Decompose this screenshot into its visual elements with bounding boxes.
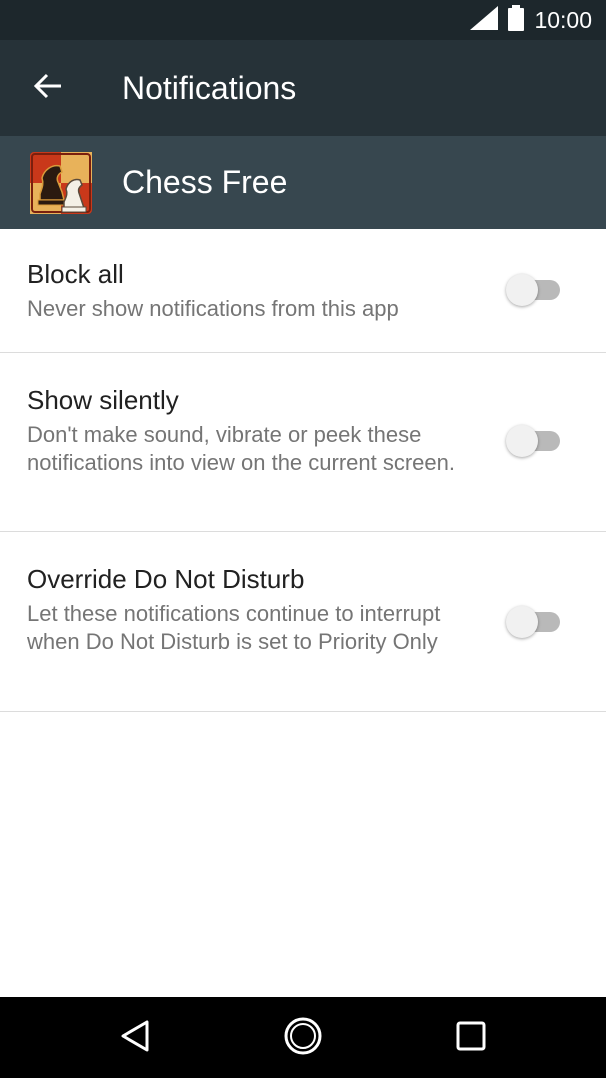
back-button[interactable] (24, 64, 72, 112)
block-all-toggle[interactable] (506, 272, 562, 306)
nav-back-button[interactable] (110, 1013, 160, 1063)
app-bar: Notifications (0, 40, 606, 136)
toggle-thumb (506, 274, 538, 306)
toggle-thumb (506, 425, 538, 457)
chess-knight-app-icon (30, 152, 92, 214)
app-header: Chess Free (0, 136, 606, 229)
setting-show-silently[interactable]: Show silently Don't make sound, vibrate … (0, 353, 606, 532)
setting-title: Override Do Not Disturb (27, 564, 305, 594)
toggle-thumb (506, 606, 538, 638)
setting-summary: Don't make sound, vibrate or peek these … (27, 422, 456, 475)
nav-back-triangle-icon (120, 1019, 150, 1058)
app-name: Chess Free (122, 164, 288, 200)
navigation-bar (0, 997, 606, 1078)
nav-home-button[interactable] (278, 1013, 328, 1063)
setting-title: Show silently (27, 385, 179, 415)
status-icons: 10:00 (470, 0, 592, 40)
nav-home-circle-icon (283, 1016, 323, 1061)
status-bar: 10:00 (0, 0, 606, 40)
battery-icon (508, 4, 525, 36)
setting-summary: Let these notifications continue to inte… (27, 601, 441, 654)
setting-title: Block all (27, 259, 124, 289)
nav-recents-square-icon (456, 1021, 486, 1056)
page-title: Notifications (122, 70, 297, 106)
show-silently-toggle[interactable] (506, 423, 562, 457)
status-time: 10:00 (534, 6, 592, 33)
setting-block-all[interactable]: Block all Never show notifications from … (0, 229, 606, 353)
cell-signal-icon (470, 5, 499, 35)
setting-override-dnd[interactable]: Override Do Not Disturb Let these notifi… (0, 532, 606, 712)
setting-summary: Never show notifications from this app (27, 296, 399, 321)
settings-list: Block all Never show notifications from … (0, 229, 606, 712)
nav-recents-button[interactable] (446, 1013, 496, 1063)
override-dnd-toggle[interactable] (506, 604, 562, 638)
arrow-back-icon (33, 73, 63, 104)
